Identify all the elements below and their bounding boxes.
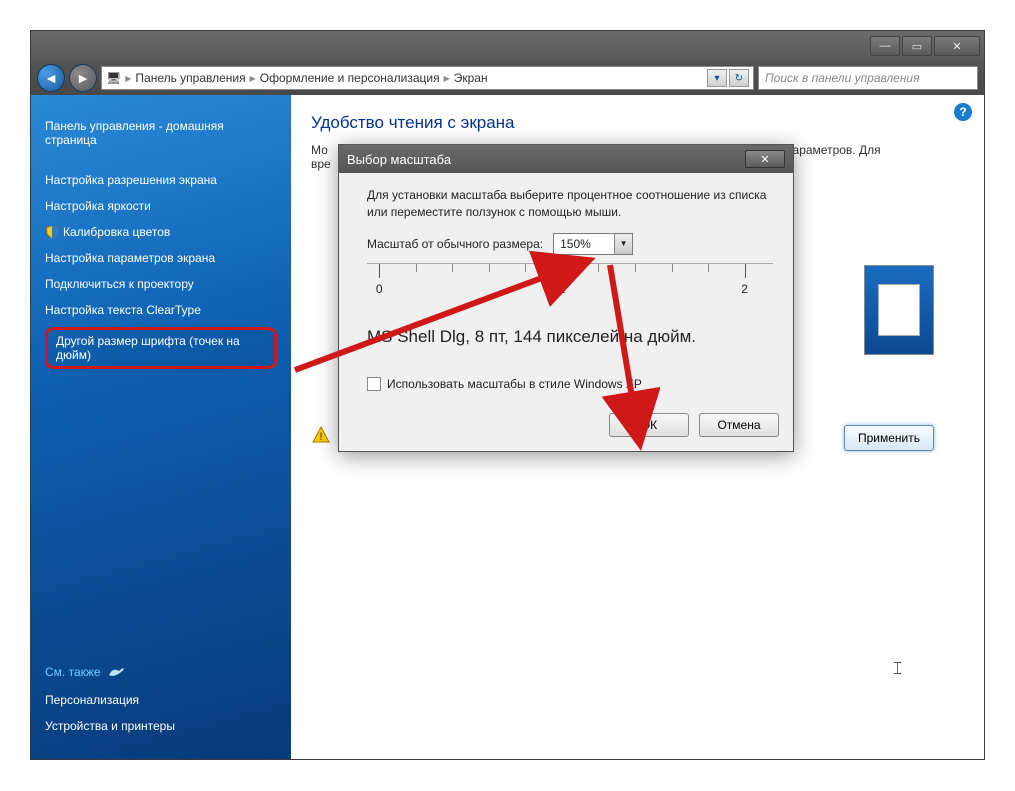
- scale-value: 150%: [560, 237, 591, 251]
- sidebar-link-resolution[interactable]: Настройка разрешения экрана: [45, 167, 277, 193]
- sidebar-link-calibration[interactable]: Калибровка цветов: [63, 219, 170, 245]
- svg-text:!: !: [319, 431, 322, 443]
- cancel-button[interactable]: Отмена: [699, 413, 779, 437]
- help-icon[interactable]: ?: [954, 103, 972, 121]
- crumb-separator-icon: ▶: [444, 74, 450, 83]
- dialog-title: Выбор масштаба: [347, 152, 451, 167]
- see-also-heading: См. также: [45, 665, 277, 679]
- text-cursor-icon: 𝙸: [891, 658, 904, 679]
- display-preview-icon: [864, 265, 934, 355]
- back-button[interactable]: ◄: [37, 64, 65, 92]
- dialog-instruction: Для установки масштаба выберите процентн…: [367, 187, 773, 221]
- address-dropdown-button[interactable]: ▾: [707, 69, 727, 87]
- window-titlebar: — ▭ ✕: [31, 31, 984, 61]
- forward-button[interactable]: ►: [69, 64, 97, 92]
- sidebar-footer: См. также Персонализация Устройства и пр…: [45, 665, 277, 739]
- refresh-button[interactable]: ↻: [729, 69, 749, 87]
- sample-text: MS Shell Dlg, 8 пт, 144 пикселей на дюйм…: [367, 327, 773, 347]
- chevron-down-icon: ▼: [614, 234, 632, 254]
- checkbox-label: Использовать масштабы в стиле Windows XP: [387, 377, 642, 391]
- minimize-button[interactable]: —: [870, 36, 900, 56]
- scale-combobox[interactable]: 150% ▼: [553, 233, 633, 255]
- scale-label: Масштаб от обычного размера:: [367, 237, 543, 251]
- search-placeholder: Поиск в панели управления: [765, 71, 920, 85]
- page-title: Удобство чтения с экрана: [311, 113, 964, 133]
- sidebar-link-devices[interactable]: Устройства и принтеры: [45, 713, 277, 739]
- sidebar-link-personalization[interactable]: Персонализация: [45, 687, 277, 713]
- sidebar-link-brightness[interactable]: Настройка яркости: [45, 193, 277, 219]
- ruler-label: 1: [559, 282, 566, 296]
- apply-button[interactable]: Применить: [844, 425, 934, 451]
- scale-ruler[interactable]: 0 1 2: [367, 263, 773, 313]
- scale-dialog: Выбор масштаба ✕ Для установки масштаба …: [338, 144, 794, 452]
- sidebar-link-custom-dpi[interactable]: Другой размер шрифта (точек на дюйм): [45, 327, 277, 369]
- breadcrumb-item[interactable]: Оформление и персонализация: [260, 71, 440, 85]
- close-button[interactable]: ✕: [934, 36, 980, 56]
- bird-icon: [107, 665, 125, 679]
- search-input[interactable]: Поиск в панели управления: [758, 66, 978, 90]
- navigation-toolbar: ◄ ► 🖥 ▶ Панель управления ▶ Оформление и…: [31, 61, 984, 95]
- ruler-label: 2: [741, 282, 748, 296]
- warning-icon: !: [311, 425, 331, 445]
- dialog-titlebar: Выбор масштаба ✕: [339, 145, 793, 173]
- breadcrumb-item[interactable]: Панель управления: [135, 71, 245, 85]
- dialog-close-button[interactable]: ✕: [745, 150, 785, 168]
- sidebar-home-link[interactable]: Панель управления - домашняя страница: [45, 113, 277, 153]
- sidebar-link-display-settings[interactable]: Настройка параметров экрана: [45, 245, 277, 271]
- maximize-button[interactable]: ▭: [902, 36, 932, 56]
- crumb-separator-icon: ▶: [125, 74, 131, 83]
- shield-icon: [45, 225, 59, 239]
- address-bar[interactable]: 🖥 ▶ Панель управления ▶ Оформление и пер…: [101, 66, 754, 90]
- xp-style-checkbox[interactable]: [367, 377, 381, 391]
- sidebar-link-cleartype[interactable]: Настройка текста ClearType: [45, 297, 277, 323]
- sidebar-link-projector[interactable]: Подключиться к проектору: [45, 271, 277, 297]
- crumb-separator-icon: ▶: [250, 74, 256, 83]
- breadcrumb-item[interactable]: Экран: [454, 71, 488, 85]
- ruler-label: 0: [376, 282, 383, 296]
- ok-button[interactable]: ОК: [609, 413, 689, 437]
- control-panel-icon: 🖥: [106, 71, 121, 85]
- sidebar: Панель управления - домашняя страница На…: [31, 95, 291, 759]
